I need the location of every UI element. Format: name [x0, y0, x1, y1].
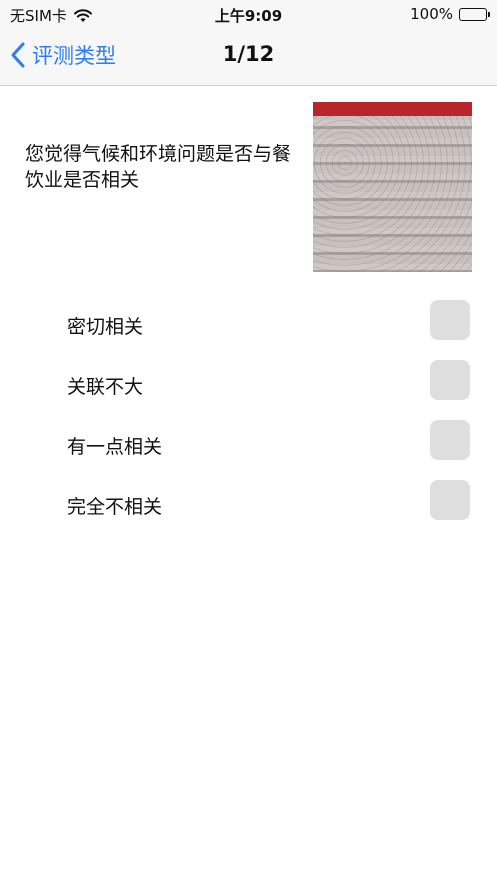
- option-row: 关联不大: [0, 360, 497, 410]
- navigation-bar: 评测类型 1/12: [0, 28, 497, 86]
- option-row: 完全不相关: [0, 480, 497, 530]
- option-checkbox[interactable]: [430, 480, 470, 520]
- question-text: 您觉得气候和环境问题是否与餐饮业是否相关: [25, 143, 292, 191]
- option-row: 密切相关: [0, 300, 497, 350]
- option-row: 有一点相关: [0, 420, 497, 470]
- battery-icon: [459, 7, 490, 21]
- status-right: 100%: [410, 5, 490, 23]
- option-label: 完全不相关: [67, 496, 163, 518]
- option-checkbox[interactable]: [430, 420, 470, 460]
- status-bar: 无SIM卡 上午9:09 100%: [0, 0, 497, 28]
- battery-percent: 100%: [410, 5, 453, 23]
- option-checkbox[interactable]: [430, 360, 470, 400]
- question-image: [313, 102, 472, 272]
- option-checkbox[interactable]: [430, 300, 470, 340]
- page-title: 1/12: [222, 42, 275, 66]
- option-label: 密切相关: [67, 316, 144, 338]
- option-label: 有一点相关: [67, 436, 163, 458]
- option-label: 关联不大: [67, 376, 144, 398]
